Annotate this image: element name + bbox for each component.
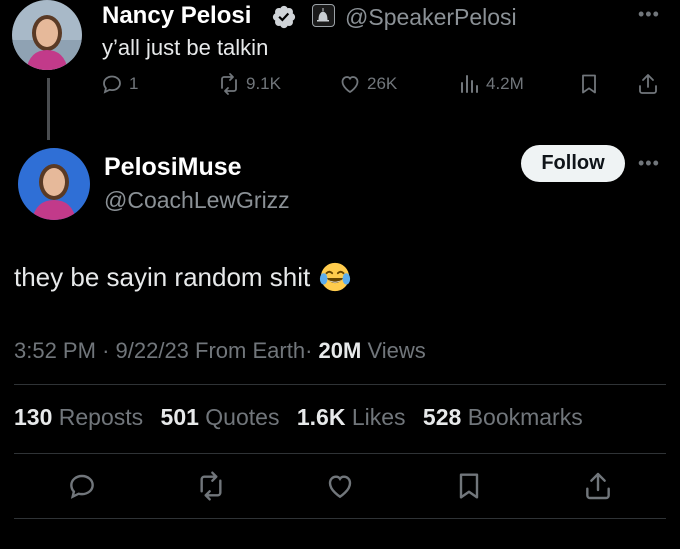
parent-handle[interactable]: @SpeakerPelosi xyxy=(345,4,517,31)
engagement-stats: 130 Reposts 501 Quotes 1.6K Likes 528 Bo… xyxy=(14,404,594,431)
parent-tweet-text: y’all just be talkin xyxy=(102,35,269,60)
reposts-count: 130 xyxy=(14,404,53,430)
tweet-meta: 3:52 PM · 9/22/23 From Earth· 20M Views xyxy=(14,338,426,364)
bookmarks-label: Bookmarks xyxy=(467,404,583,430)
like-button[interactable] xyxy=(324,470,356,502)
heart-icon xyxy=(341,76,359,94)
main-action-bar xyxy=(14,470,666,506)
repost-icon xyxy=(221,73,237,95)
divider-bottom xyxy=(14,518,666,519)
bookmarks-count: 528 xyxy=(422,404,462,430)
views-label: Views xyxy=(367,338,426,363)
likes-label: Likes xyxy=(351,404,406,430)
parent-more-options-icon[interactable]: ••• xyxy=(638,4,660,25)
tweet-date[interactable]: 9/22/23 xyxy=(116,338,189,363)
parent-like-button[interactable]: 26K xyxy=(338,72,397,96)
tweet-time[interactable]: 3:52 PM xyxy=(14,338,96,363)
share-icon xyxy=(639,74,657,94)
divider-middle xyxy=(14,453,666,454)
parent-share-button[interactable] xyxy=(636,72,660,96)
views-chart-icon xyxy=(461,75,478,93)
main-handle[interactable]: @CoachLewGrizz xyxy=(104,187,290,214)
parent-like-count: 26K xyxy=(367,74,398,93)
likes-stat[interactable]: 1.6K Likes xyxy=(297,404,417,430)
face-with-tears-of-joy-icon xyxy=(320,262,351,292)
parent-display-name[interactable]: Nancy Pelosi xyxy=(102,2,251,30)
meta-separator: · xyxy=(305,338,313,363)
quotes-stat[interactable]: 501 Quotes xyxy=(161,404,291,430)
parent-bookmark-button[interactable] xyxy=(577,72,601,96)
parent-action-bar: 1 9.1K 26K 4.2M xyxy=(100,72,670,104)
bookmark-button[interactable] xyxy=(453,470,485,502)
avatar-nancy-pelosi[interactable] xyxy=(12,0,82,70)
divider-top xyxy=(14,384,666,385)
reposts-stat[interactable]: 130 Reposts xyxy=(14,404,154,430)
parent-repost-count: 9.1K xyxy=(246,74,281,93)
repost-icon xyxy=(200,471,222,501)
repost-button[interactable] xyxy=(195,470,227,502)
main-tweet-text-row: they be sayin random shit xyxy=(14,260,352,294)
reply-icon xyxy=(103,75,121,94)
meta-separator: · xyxy=(102,338,110,363)
likes-count: 1.6K xyxy=(296,404,346,430)
parent-views-button[interactable]: 4.2M xyxy=(457,72,524,96)
verified-badge-icon xyxy=(271,4,297,30)
parent-reply-button[interactable]: 1 xyxy=(100,72,138,96)
parent-views-count: 4.2M xyxy=(486,74,524,93)
quotes-label: Quotes xyxy=(205,404,280,430)
thread-connector-line xyxy=(47,78,50,140)
main-display-name[interactable]: PelosiMuse xyxy=(104,153,242,182)
reply-icon xyxy=(70,474,94,499)
follow-button[interactable]: Follow xyxy=(521,145,625,182)
bookmark-icon xyxy=(459,473,479,499)
bookmark-icon xyxy=(582,74,596,94)
avatar-pelosimuse[interactable] xyxy=(18,148,90,220)
reposts-label: Reposts xyxy=(58,404,144,430)
quotes-count: 501 xyxy=(160,404,199,430)
government-badge-icon xyxy=(312,4,335,27)
share-button[interactable] xyxy=(582,470,614,502)
parent-repost-button[interactable]: 9.1K xyxy=(217,72,281,96)
parent-reply-count: 1 xyxy=(129,74,139,93)
bookmarks-stat[interactable]: 528 Bookmarks xyxy=(423,404,594,430)
reply-button[interactable] xyxy=(66,470,98,502)
share-icon xyxy=(586,472,610,500)
main-tweet-text: they be sayin random shit xyxy=(14,261,311,292)
main-more-options-icon[interactable]: ••• xyxy=(638,153,660,174)
tweet-location: From Earth xyxy=(195,338,306,363)
heart-icon xyxy=(328,475,352,499)
views-count: 20M xyxy=(318,338,362,363)
